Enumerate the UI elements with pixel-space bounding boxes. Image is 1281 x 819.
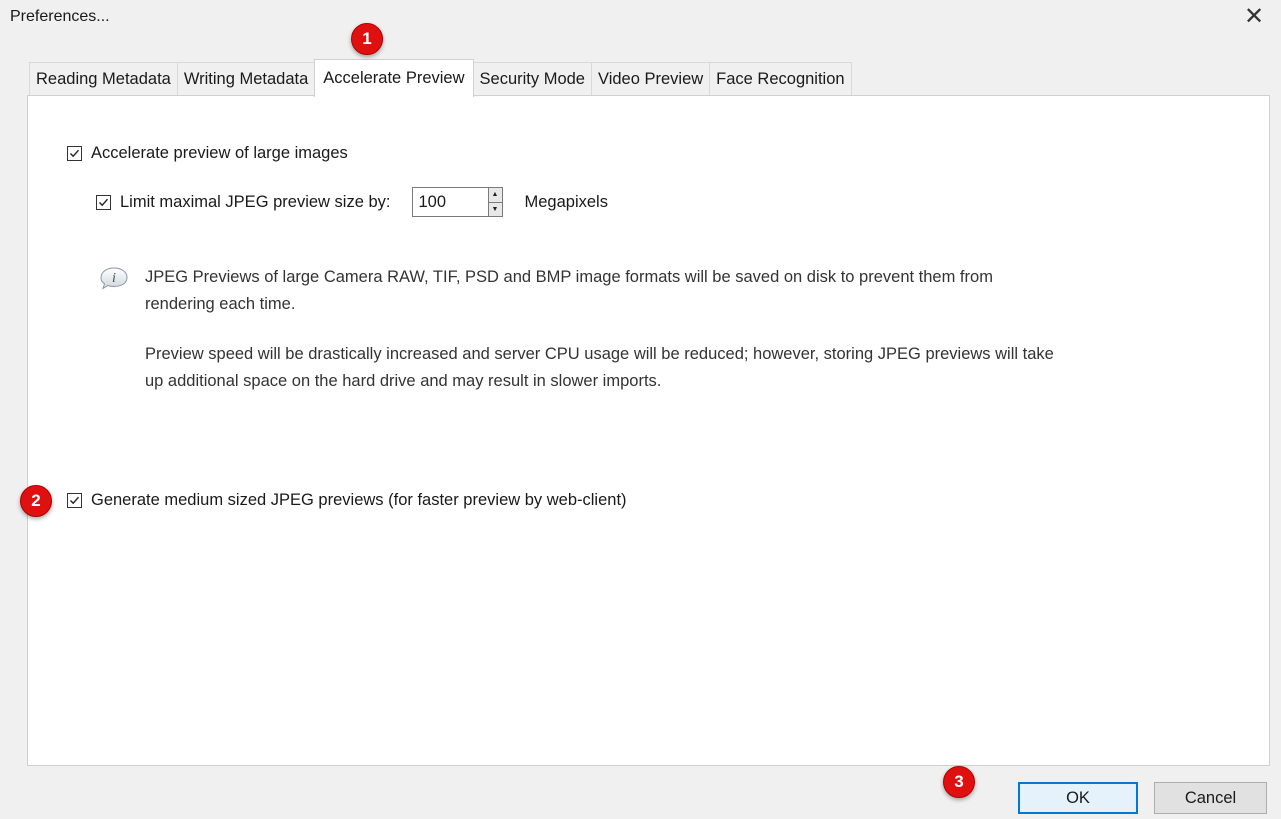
tab-video-preview[interactable]: Video Preview	[590, 62, 711, 96]
annotation-marker-2: 2	[20, 485, 52, 517]
stepper-up-icon[interactable]: ▲	[489, 188, 502, 202]
tab-face-recognition[interactable]: Face Recognition	[709, 62, 852, 96]
info-text-line-2: rendering each time.	[145, 295, 296, 313]
tab-bar: Reading Metadata Writing Metadata Accele…	[29, 59, 852, 97]
checkmark-icon	[70, 496, 80, 505]
medium-previews-row: Generate medium sized JPEG previews (for…	[67, 491, 627, 510]
tab-security-mode[interactable]: Security Mode	[472, 62, 592, 96]
tab-writing-metadata[interactable]: Writing Metadata	[176, 62, 316, 96]
tab-accelerate-preview[interactable]: Accelerate Preview	[314, 59, 474, 97]
tab-reading-metadata[interactable]: Reading Metadata	[29, 62, 178, 96]
preferences-dialog: Preferences... ✕ Reading Metadata Writin…	[0, 0, 1281, 819]
accelerate-preview-row: Accelerate preview of large images	[67, 144, 348, 163]
info-text-line-3: Preview speed will be drastically increa…	[145, 345, 1054, 363]
medium-previews-checkbox[interactable]	[67, 493, 82, 508]
limit-jpeg-label: Limit maximal JPEG preview size by:	[120, 192, 391, 211]
ok-button[interactable]: OK	[1018, 782, 1138, 814]
medium-previews-label: Generate medium sized JPEG previews (for…	[91, 491, 627, 509]
annotation-marker-1: 1	[351, 23, 383, 55]
megapixels-input[interactable]	[411, 187, 488, 217]
close-icon[interactable]: ✕	[1241, 2, 1267, 32]
megapixels-unit-label: Megapixels	[524, 192, 608, 211]
dialog-title: Preferences...	[10, 8, 110, 25]
info-text-line-4: up additional space on the hard drive an…	[145, 372, 662, 390]
limit-jpeg-checkbox[interactable]	[96, 194, 111, 210]
annotation-marker-3: 3	[943, 766, 975, 798]
accelerate-preview-label: Accelerate preview of large images	[91, 144, 348, 162]
svg-text:i: i	[112, 271, 116, 286]
info-icon: i	[100, 267, 128, 290]
stepper-buttons: ▲ ▼	[487, 187, 503, 217]
megapixels-stepper[interactable]: ▲ ▼	[411, 187, 503, 217]
stepper-down-icon[interactable]: ▼	[488, 201, 502, 217]
limit-jpeg-row: Limit maximal JPEG preview size by: ▲ ▼ …	[96, 187, 608, 217]
accelerate-preview-checkbox[interactable]	[67, 146, 82, 161]
checkmark-icon	[70, 149, 80, 158]
cancel-button[interactable]: Cancel	[1154, 782, 1267, 814]
info-text-line-1: JPEG Previews of large Camera RAW, TIF, …	[145, 268, 993, 286]
checkmark-icon	[99, 198, 109, 206]
